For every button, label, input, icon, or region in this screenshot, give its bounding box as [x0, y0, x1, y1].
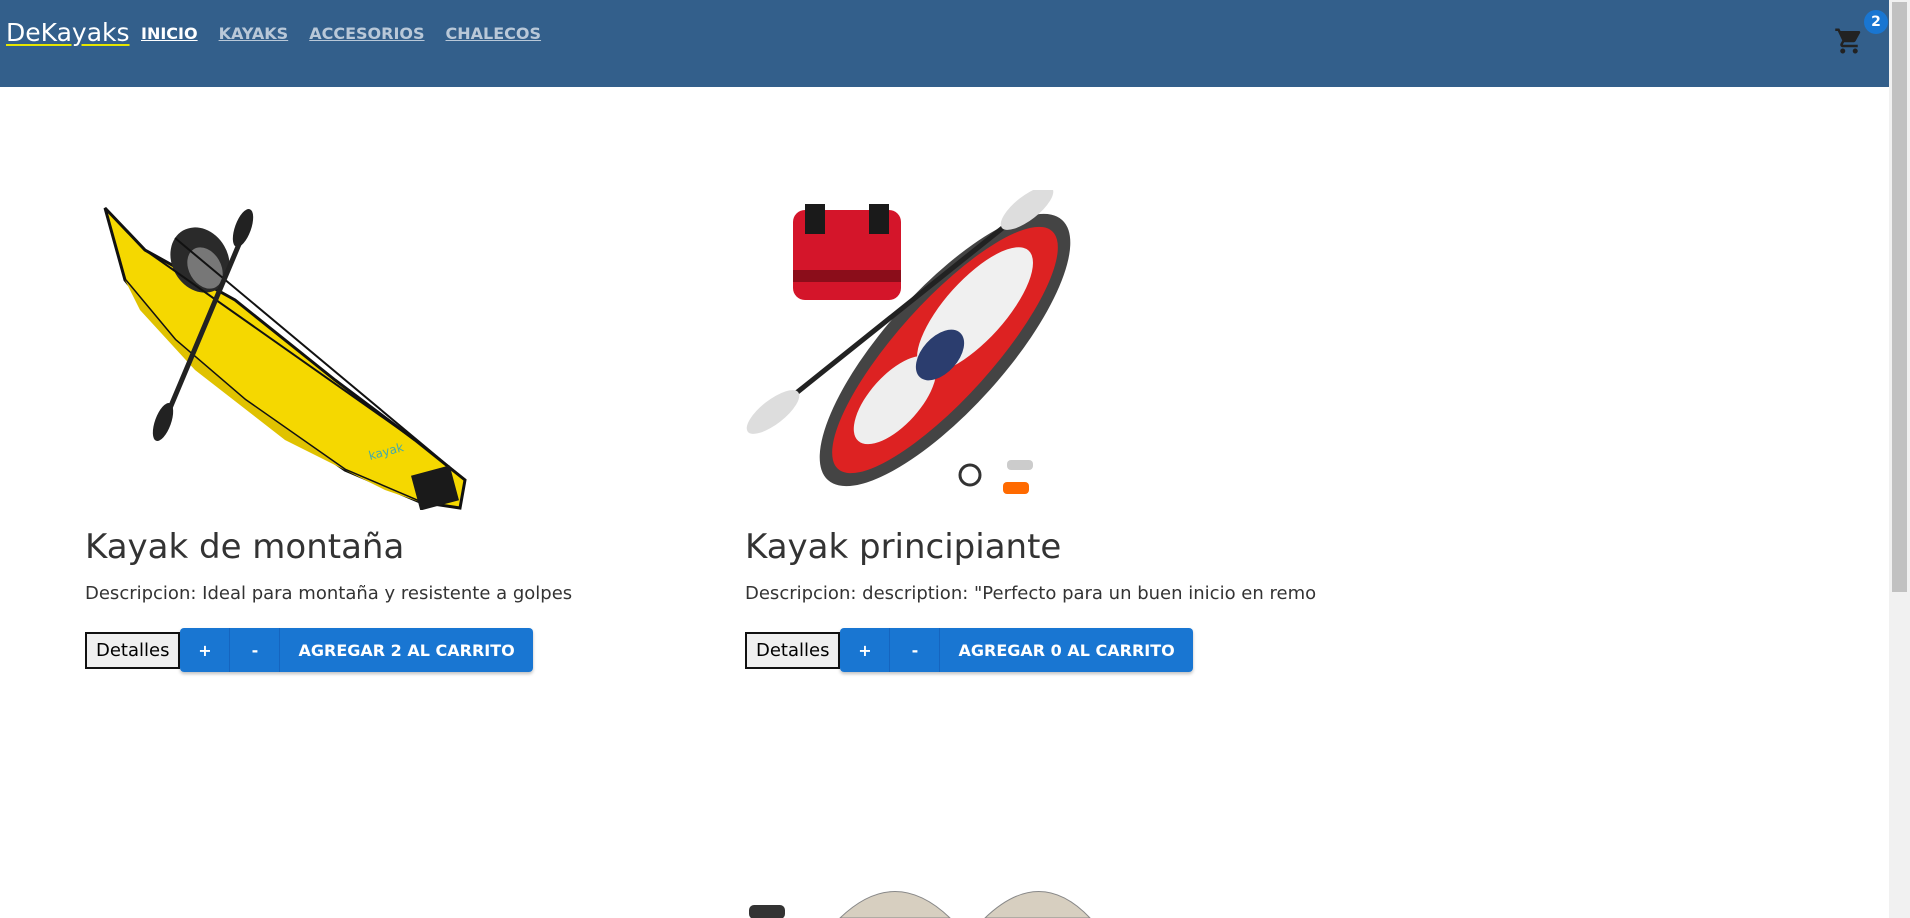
nav-link-kayaks[interactable]: KAYAKS	[219, 24, 289, 43]
product-actions: Detalles + - AGREGAR 0 AL CARRITO	[745, 628, 1193, 672]
top-navbar: DeKayaks INICIO KAYAKS ACCESORIOS CHALEC…	[0, 0, 1889, 87]
nav-links: INICIO KAYAKS ACCESORIOS CHALECOS	[141, 24, 541, 43]
product-title: Kayak principiante	[745, 527, 1062, 567]
product-description: Descripcion: description: "Perfecto para…	[745, 583, 1317, 604]
decrement-button[interactable]: -	[230, 628, 281, 672]
increment-button[interactable]: +	[180, 628, 231, 672]
cart-button-group: + - AGREGAR 0 AL CARRITO	[840, 628, 1193, 672]
details-button[interactable]: Detalles	[745, 631, 841, 669]
cart-button-group: + - AGREGAR 2 AL CARRITO	[180, 628, 533, 672]
product-card: kayak Kayak de montaña Descripcion: Idea…	[85, 190, 725, 680]
brand-logo-link[interactable]: DeKayaks	[6, 18, 130, 47]
red-kayak-image	[746, 190, 1071, 494]
scrollbar-thumb[interactable]	[1892, 2, 1907, 592]
vertical-scrollbar[interactable]	[1889, 0, 1910, 918]
cart-count-badge: 2	[1864, 10, 1888, 34]
nav-link-accesorios[interactable]: ACCESORIOS	[309, 24, 424, 43]
shopping-cart-icon[interactable]	[1834, 26, 1864, 56]
product-card: Kayak principiante Descripcion: descript…	[745, 190, 1385, 680]
details-button[interactable]: Detalles	[85, 631, 181, 669]
product-actions: Detalles + - AGREGAR 2 AL CARRITO	[85, 628, 533, 672]
yellow-kayak-image: kayak	[103, 206, 467, 510]
nav-link-chalecos[interactable]: CHALECOS	[446, 24, 542, 43]
increment-button[interactable]: +	[840, 628, 891, 672]
product-description: Descripcion: Ideal para montaña y resist…	[85, 583, 573, 604]
add-to-cart-button[interactable]: AGREGAR 0 AL CARRITO	[940, 628, 1193, 672]
add-to-cart-button[interactable]: AGREGAR 2 AL CARRITO	[280, 628, 533, 672]
decrement-button[interactable]: -	[890, 628, 941, 672]
kayak-image-partial	[749, 891, 1091, 918]
product-title: Kayak de montaña	[85, 527, 405, 567]
nav-link-inicio[interactable]: INICIO	[141, 24, 198, 43]
page: DeKayaks INICIO KAYAKS ACCESORIOS CHALEC…	[0, 0, 1910, 918]
